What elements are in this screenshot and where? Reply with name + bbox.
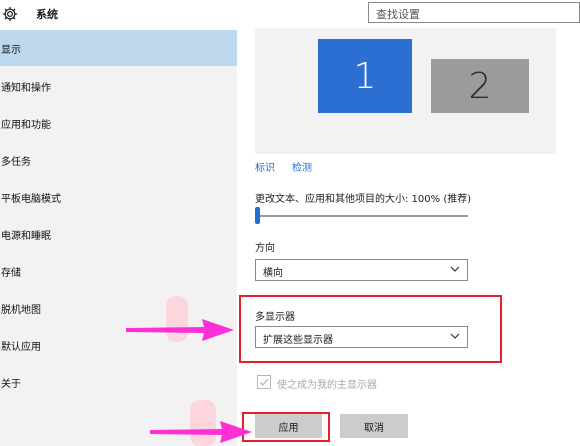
sidebar-item-tablet-mode[interactable]: 平板电脑模式 [0,179,237,215]
settings-window: 系统 查找设置 显示 通知和操作 应用和功能 多任务 平板电脑模式 电源和睡眠 … [0,0,580,446]
multi-display-dropdown[interactable]: 扩展这些显示器 [255,326,468,348]
sidebar-item-about[interactable]: 关于 [0,364,237,400]
main-display-checkbox[interactable] [257,375,271,389]
multi-display-label: 多显示器 [255,312,295,323]
identify-link[interactable]: 标识 [255,159,275,174]
title-bar: 系统 查找设置 [0,0,580,28]
search-input[interactable]: 查找设置 [368,2,580,23]
orientation-dropdown[interactable]: 横向 [255,259,468,281]
multi-display-value: 扩展这些显示器 [263,335,333,346]
chevron-down-icon [450,333,460,339]
sidebar-item-power-sleep[interactable]: 电源和睡眠 [0,216,237,252]
orientation-value: 横向 [263,268,283,279]
main-display-checkbox-label: 使之成为我的主显示器 [277,380,377,391]
sidebar-item-apps[interactable]: 应用和功能 [0,105,237,141]
orientation-label: 方向 [255,243,275,254]
sidebar-item-display[interactable]: 显示 [0,30,237,66]
scale-slider-thumb[interactable] [255,207,260,224]
sidebar: 显示 通知和操作 应用和功能 多任务 平板电脑模式 电源和睡眠 存储 脱机地图 … [0,30,237,446]
scale-label: 更改文本、应用和其他项目的大小: 100% (推荐) [255,194,472,205]
display-settings-panel: 1 2 标识 检测 更改文本、应用和其他项目的大小: 100% (推荐) 方向 … [237,28,580,446]
arrow-right-icon [126,319,234,341]
sidebar-item-storage[interactable]: 存储 [0,253,237,289]
app-title: 系统 [36,8,58,21]
scale-slider-track[interactable] [255,215,468,217]
monitor-2[interactable]: 2 [431,59,529,113]
gear-icon [2,6,18,22]
monitor-preview: 1 2 [255,28,556,154]
chevron-down-icon [450,266,460,272]
checkmark-icon [259,378,269,386]
arrow-right-icon [150,421,252,443]
detect-link[interactable]: 检测 [292,159,312,174]
sidebar-item-notifications[interactable]: 通知和操作 [0,68,237,104]
cancel-button[interactable]: 取消 [340,414,408,438]
monitor-1[interactable]: 1 [318,39,412,113]
apply-button[interactable]: 应用 [255,414,322,438]
sidebar-item-multitasking[interactable]: 多任务 [0,142,237,178]
